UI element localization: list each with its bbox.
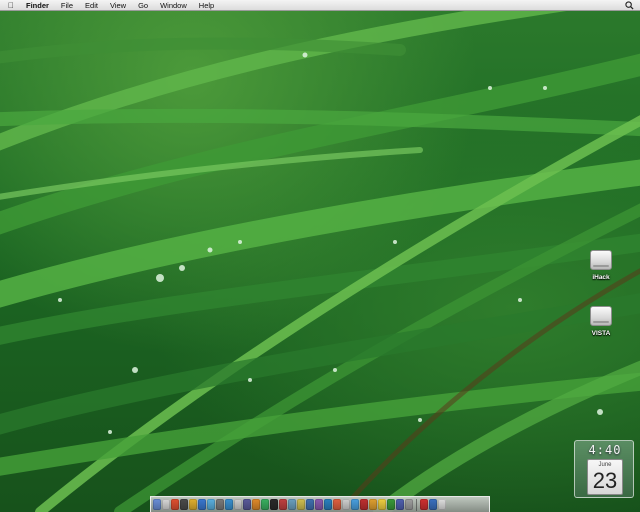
dock-app-icon[interactable] — [279, 499, 287, 510]
dock-app-icon[interactable] — [438, 499, 446, 510]
menu-view[interactable]: View — [110, 0, 126, 11]
clock-time: 4:40 — [588, 443, 622, 457]
dock-app-icon[interactable] — [315, 499, 323, 510]
dock-app-icon[interactable] — [324, 499, 332, 510]
hard-drive-icon — [588, 303, 614, 329]
dock-app-icon[interactable] — [162, 499, 170, 510]
dock-app-icon[interactable] — [306, 499, 314, 510]
desktop-drive-ihack[interactable]: iHack — [581, 247, 621, 281]
dock-app-icon[interactable] — [180, 499, 188, 510]
drive-label: iHack — [592, 274, 610, 281]
apple-menu-icon[interactable]:  — [8, 0, 18, 11]
menu-go[interactable]: Go — [138, 0, 148, 11]
dock-app-icon[interactable] — [387, 499, 395, 510]
dock-app-icon[interactable] — [261, 499, 269, 510]
dock-app-icon[interactable] — [342, 499, 350, 510]
dock-app-icon[interactable] — [153, 499, 161, 510]
clock-calendar-widget[interactable]: 4:40 June 23 — [574, 440, 634, 498]
dock-app-icon[interactable] — [351, 499, 359, 510]
desktop-drive-vista[interactable]: VISTA — [581, 303, 621, 337]
dock-app-icon[interactable] — [243, 499, 251, 510]
menu-bar:  Finder File Edit View Go Window Help — [0, 0, 640, 11]
spotlight-search-icon[interactable] — [625, 1, 634, 10]
dock-app-icon[interactable] — [189, 499, 197, 510]
calendar-card: June 23 — [587, 459, 623, 495]
menu-edit[interactable]: Edit — [85, 0, 98, 11]
dock-app-icon[interactable] — [288, 499, 296, 510]
menu-help[interactable]: Help — [199, 0, 214, 11]
dock-app-icon[interactable] — [234, 499, 242, 510]
dock-app-icon[interactable] — [378, 499, 386, 510]
dock-app-icon[interactable] — [333, 499, 341, 510]
drive-label: VISTA — [591, 330, 611, 337]
dock-app-icon[interactable] — [405, 499, 413, 510]
menu-file[interactable]: File — [61, 0, 73, 11]
dock-app-icon[interactable] — [297, 499, 305, 510]
grass-blades — [0, 0, 640, 512]
hard-drive-icon — [588, 247, 614, 273]
dock-app-icon[interactable] — [369, 499, 377, 510]
dock-app-icon[interactable] — [360, 499, 368, 510]
menu-finder[interactable]: Finder — [26, 0, 49, 11]
dock-app-icon[interactable] — [225, 499, 233, 510]
calendar-day: 23 — [592, 468, 618, 493]
dock-app-icon[interactable] — [252, 499, 260, 510]
dock-app-icon[interactable] — [270, 499, 278, 510]
desktop-wallpaper — [0, 0, 640, 512]
dock-app-icon[interactable] — [207, 499, 215, 510]
menu-window[interactable]: Window — [160, 0, 187, 11]
dock-app-icon[interactable] — [171, 499, 179, 510]
dock-app-icon[interactable] — [429, 499, 437, 510]
dock — [150, 496, 490, 512]
dock-app-icon[interactable] — [198, 499, 206, 510]
dock-app-icon[interactable] — [396, 499, 404, 510]
dock-app-icon[interactable] — [216, 499, 224, 510]
dock-separator — [416, 498, 417, 511]
dock-app-icon[interactable] — [420, 499, 428, 510]
